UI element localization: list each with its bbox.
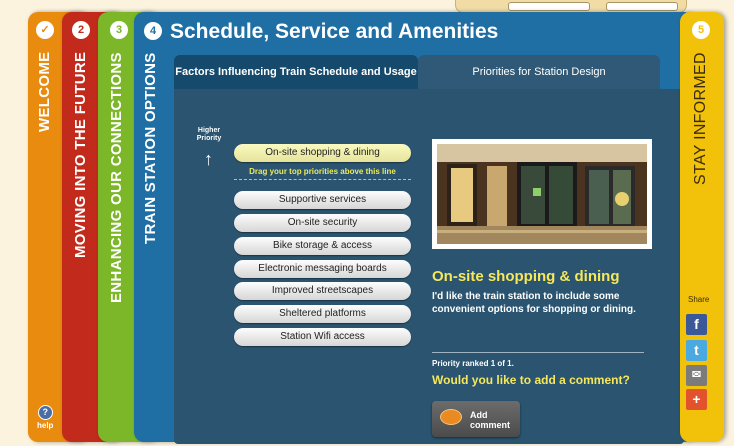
add-comment-label: Add comment (470, 410, 511, 430)
panel-connections-title[interactable]: ENHANCING OUR CONNECTIONS (108, 52, 125, 322)
station-photo (432, 139, 652, 249)
panel-station-options: 4 TRAIN STATION OPTIONS Schedule, Servic… (134, 12, 694, 444)
help-label: help (37, 421, 54, 430)
facebook-icon[interactable]: f (686, 314, 707, 335)
featured-title: On-site shopping & dining (432, 268, 620, 285)
speech-bubble-icon (440, 409, 462, 425)
panel-station-title[interactable]: TRAIN STATION OPTIONS (142, 52, 159, 262)
priority-item[interactable]: Supportive services (234, 191, 411, 209)
top-field-1[interactable] (508, 2, 590, 11)
top-field-2[interactable] (606, 2, 678, 11)
step-3-number[interactable]: 3 (110, 21, 128, 39)
divider (432, 352, 644, 353)
panel-welcome-title[interactable]: WELCOME (36, 52, 53, 142)
priority-item[interactable]: Sheltered platforms (234, 305, 411, 323)
rank-text: Priority ranked 1 of 1. (432, 359, 514, 368)
share-label: Share (688, 295, 710, 304)
email-icon[interactable]: ✉ (686, 365, 707, 386)
priority-item[interactable]: Electronic messaging boards (234, 260, 411, 278)
priority-item[interactable]: Improved streetscapes (234, 282, 411, 300)
step-1-check-icon[interactable]: ✓ (36, 21, 54, 39)
priority-item[interactable]: Bike storage & access (234, 237, 411, 255)
step-2-number[interactable]: 2 (72, 21, 90, 39)
page-title: Schedule, Service and Amenities (170, 20, 499, 43)
higher-priority-label: Higher Priority (196, 127, 222, 142)
panel-stay-informed[interactable]: 5 STAY INFORMED Share f t ✉ + (680, 12, 724, 442)
priority-item-top[interactable]: On-site shopping & dining (234, 144, 411, 162)
tab-station-design[interactable]: Priorities for Station Design (418, 55, 660, 89)
comment-question: Would you like to add a comment? (432, 373, 630, 387)
add-comment-button[interactable]: Add comment (432, 401, 520, 437)
step-4-number[interactable]: 4 (144, 22, 162, 40)
tab-factors[interactable]: Factors Influencing Train Schedule and U… (174, 55, 418, 89)
up-arrow-icon: ↑ (204, 149, 213, 169)
priorities-content: Higher Priority ↑ On-site shopping & din… (174, 89, 684, 444)
priority-item[interactable]: On-site security (234, 214, 411, 232)
featured-description: I'd like the train station to include so… (432, 291, 636, 315)
drag-hint: Drag your top priorities above this line (234, 167, 411, 180)
panel-future-title[interactable]: MOVING INTO THE FUTURE (72, 52, 89, 277)
twitter-icon[interactable]: t (686, 340, 707, 361)
priority-item[interactable]: Station Wifi access (234, 328, 411, 346)
help-icon: ? (37, 405, 53, 420)
help-button[interactable]: ? help (37, 405, 53, 430)
panel-informed-title[interactable]: STAY INFORMED (692, 52, 710, 187)
step-5-number[interactable]: 5 (692, 21, 710, 39)
add-icon[interactable]: + (686, 389, 707, 410)
